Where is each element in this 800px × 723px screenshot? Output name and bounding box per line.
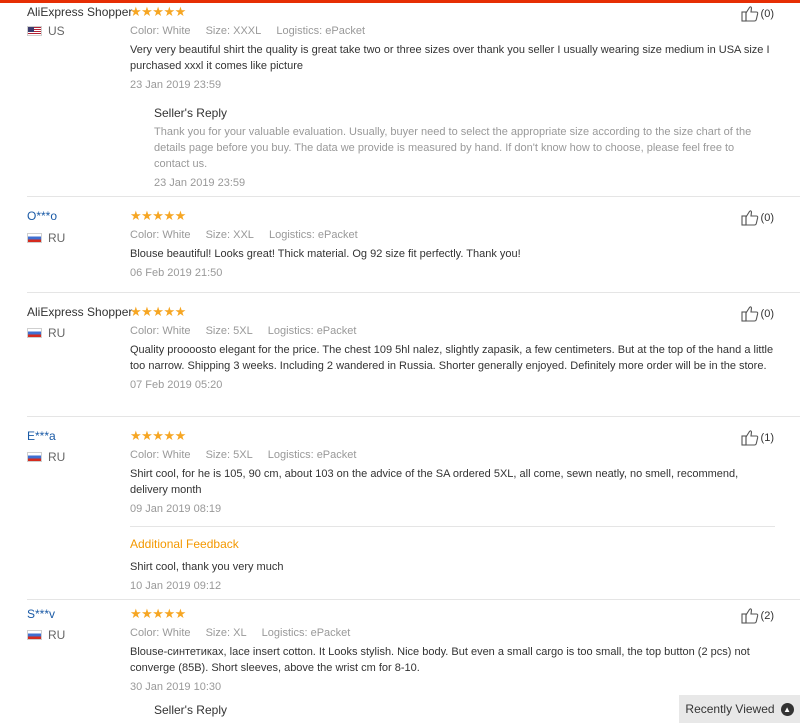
helpful-button[interactable]: (2) bbox=[740, 607, 774, 624]
order-info: Color: White Size: XXXL Logistics: ePack… bbox=[130, 25, 365, 37]
reviewer-country: RU bbox=[27, 326, 65, 340]
reviewer-country: RU bbox=[27, 628, 65, 642]
seller-reply-title: Seller's Reply bbox=[154, 106, 227, 120]
review-item: AliExpress Shopper RU ★★★★★ Color: White… bbox=[27, 293, 800, 417]
thumbs-up-icon bbox=[740, 210, 758, 226]
review-date: 07 Feb 2019 05:20 bbox=[130, 379, 223, 391]
reviewer-name[interactable]: O***o bbox=[27, 209, 57, 223]
ru-flag-icon bbox=[27, 630, 42, 640]
star-rating: ★★★★★ bbox=[130, 4, 186, 19]
ru-flag-icon bbox=[27, 328, 42, 338]
additional-feedback-date: 10 Jan 2019 09:12 bbox=[130, 580, 222, 592]
order-info: Color: White Size: 5XL Logistics: ePacke… bbox=[130, 449, 357, 461]
order-info: Color: White Size: XXL Logistics: ePacke… bbox=[130, 229, 358, 241]
review-text: Blouse-синтетиках, lace insert cotton. I… bbox=[130, 646, 750, 674]
ru-flag-icon bbox=[27, 233, 42, 243]
review-item: AliExpress Shopper US ★★★★★ Color: White… bbox=[27, 0, 800, 197]
order-info: Color: White Size: 5XL Logistics: ePacke… bbox=[130, 325, 357, 337]
star-rating: ★★★★★ bbox=[130, 304, 186, 319]
us-flag-icon bbox=[27, 26, 42, 36]
thumbs-up-icon bbox=[740, 608, 758, 624]
seller-reply-text: Thank you for your valuable evaluation. … bbox=[154, 126, 752, 170]
thumbs-up-icon bbox=[740, 6, 758, 22]
order-info: Color: White Size: XL Logistics: ePacket bbox=[130, 627, 351, 639]
recently-viewed-label: Recently Viewed bbox=[685, 702, 775, 716]
chevron-up-icon: ▲ bbox=[780, 702, 794, 716]
reviewer-name: AliExpress Shopper bbox=[27, 305, 133, 319]
ru-flag-icon bbox=[27, 452, 42, 462]
review-text: Very very beautiful shirt the quality is… bbox=[130, 44, 770, 72]
reviewer-name: AliExpress Shopper bbox=[27, 5, 133, 19]
reviewer-name[interactable]: E***a bbox=[27, 429, 56, 443]
star-rating: ★★★★★ bbox=[130, 428, 186, 443]
review-text: Shirt cool, for he is 105, 90 cm, about … bbox=[130, 468, 739, 496]
reviewer-country: RU bbox=[27, 231, 65, 245]
review-text: Quality proooosto elegant for the price.… bbox=[130, 344, 774, 372]
helpful-button[interactable]: (1) bbox=[740, 429, 774, 446]
additional-feedback-title: Additional Feedback bbox=[130, 537, 239, 551]
reviewer-country: US bbox=[27, 24, 65, 38]
review-text: Blouse beautiful! Looks great! Thick mat… bbox=[130, 248, 521, 260]
thumbs-up-icon bbox=[740, 430, 758, 446]
review-date: 23 Jan 2019 23:59 bbox=[130, 79, 222, 91]
additional-feedback: Additional Feedback Shirt cool, thank yo… bbox=[130, 526, 775, 593]
review-item: O***o RU ★★★★★ Color: White Size: XXL Lo… bbox=[27, 197, 800, 293]
review-item: E***a RU ★★★★★ Color: White Size: 5XL Lo… bbox=[27, 417, 800, 600]
seller-reply-date: 23 Jan 2019 23:59 bbox=[154, 177, 246, 189]
thumbs-up-icon bbox=[740, 306, 758, 322]
reviewer-country: RU bbox=[27, 450, 65, 464]
star-rating: ★★★★★ bbox=[130, 208, 186, 223]
helpful-button[interactable]: (0) bbox=[740, 5, 774, 22]
helpful-button[interactable]: (0) bbox=[740, 305, 774, 322]
review-date: 06 Feb 2019 21:50 bbox=[130, 267, 223, 279]
review-date: 09 Jan 2019 08:19 bbox=[130, 503, 222, 515]
seller-reply: Seller's Reply Thank you for your valuab… bbox=[154, 106, 775, 190]
helpful-button[interactable]: (0) bbox=[740, 209, 774, 226]
additional-feedback-text: Shirt cool, thank you very much bbox=[130, 561, 284, 573]
recently-viewed-button[interactable]: Recently Viewed ▲ bbox=[679, 695, 800, 723]
reviewer-name[interactable]: S***v bbox=[27, 607, 55, 621]
star-rating: ★★★★★ bbox=[130, 606, 186, 621]
review-date: 30 Jan 2019 10:30 bbox=[130, 681, 222, 693]
